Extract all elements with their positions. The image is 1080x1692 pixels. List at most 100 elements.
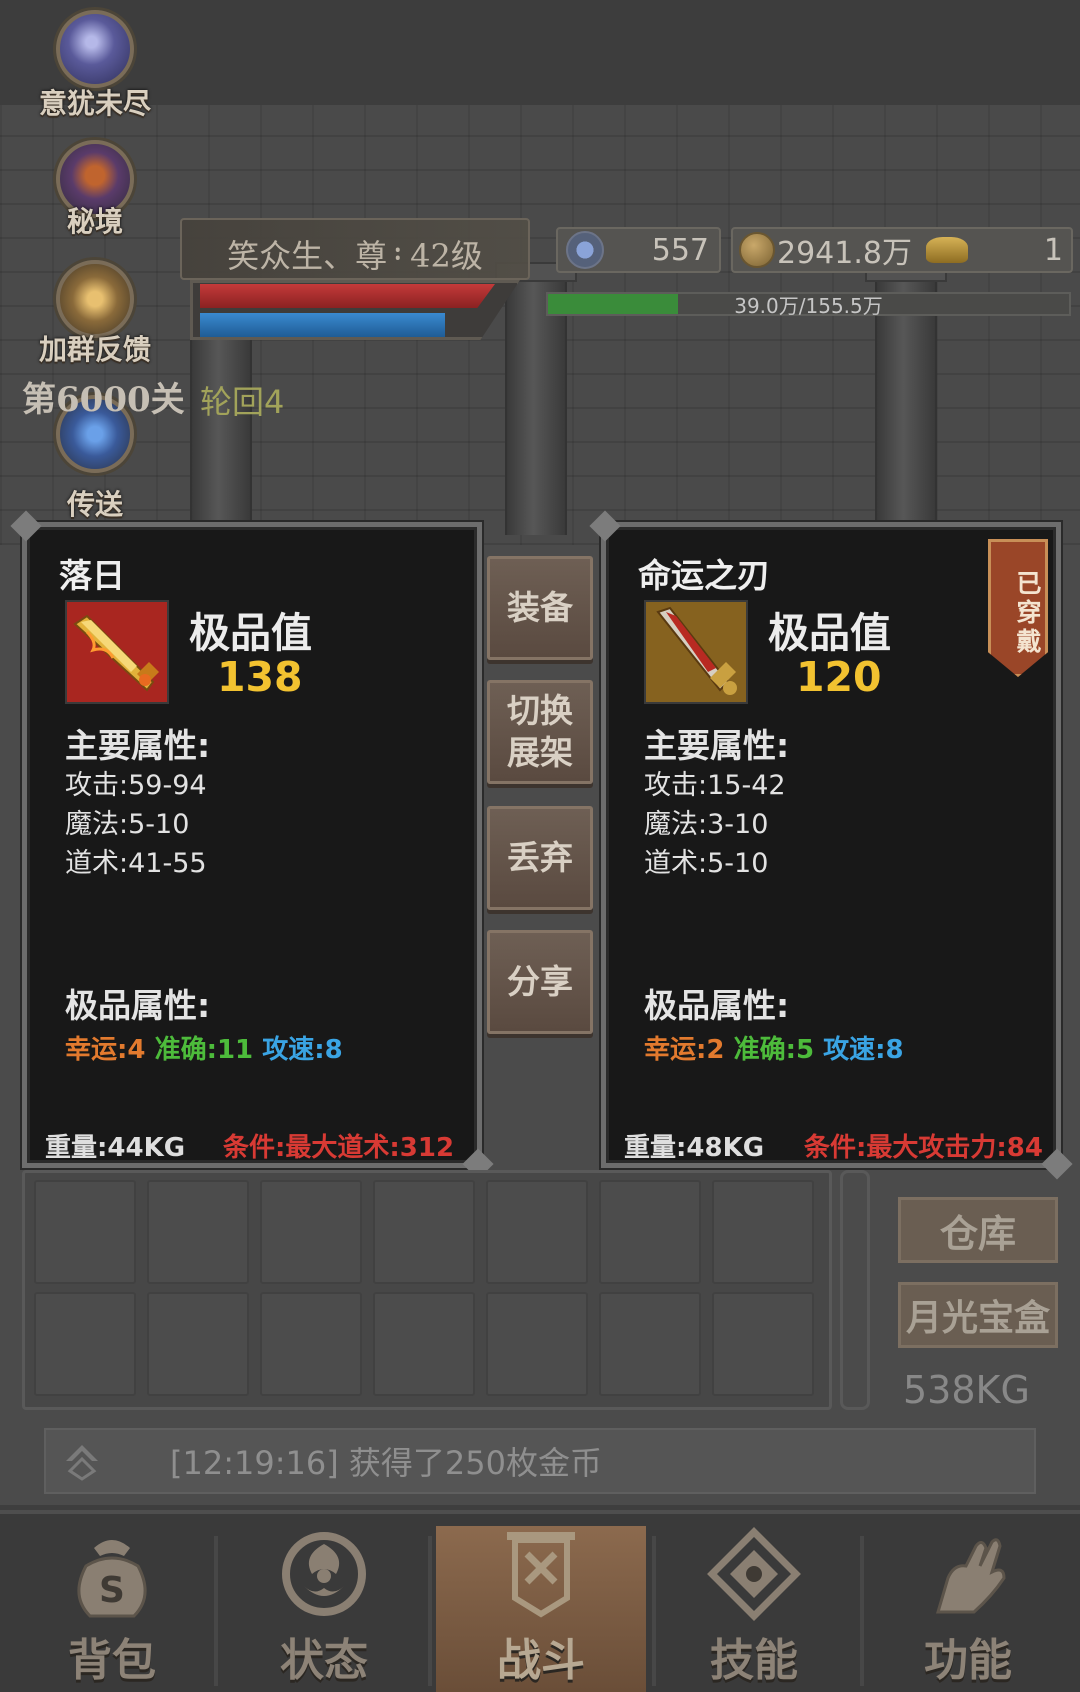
item-requirement: 条件:最大攻击力:84: [804, 1133, 1043, 1163]
item-weight: 重量:44KG: [45, 1133, 186, 1163]
status-emblem-icon: [282, 1532, 366, 1616]
discard-button[interactable]: 丢弃: [487, 806, 593, 910]
bag-capacity: 538KG: [903, 1368, 1030, 1412]
stat-magic: 魔法:5-10: [65, 809, 190, 840]
stat-taoism: 道术:5-10: [644, 848, 769, 879]
main-attributes-title: 主要属性:: [65, 726, 211, 765]
bag-icon: S: [77, 1540, 147, 1618]
sky: [0, 0, 1080, 105]
inventory-slot[interactable]: [599, 1180, 701, 1284]
nav-label: 战斗: [497, 1635, 585, 1686]
excellent-attributes: 幸运:2 准确:5 攻速:8: [644, 1029, 904, 1066]
nav-divider: [860, 1536, 864, 1686]
swirl-orb-icon: [56, 260, 134, 338]
side-menu-secret-realm[interactable]: 秘境: [30, 130, 160, 260]
cycle-count: 轮回4: [200, 383, 285, 421]
inventory-slot[interactable]: [260, 1292, 362, 1396]
attr-attack-speed: 攻速:8: [823, 1035, 904, 1065]
portal-orb-icon: [56, 10, 134, 88]
nav-tab-functions[interactable]: 功能: [870, 1526, 1066, 1692]
quality-label: 极品值: [189, 609, 312, 657]
inventory-slot[interactable]: [373, 1292, 475, 1396]
ingot-value: 1: [1043, 232, 1063, 268]
battle-banner-icon: [507, 1532, 575, 1618]
attr-luck: 幸运:4: [65, 1035, 146, 1065]
item-name: 命运之刃: [638, 556, 770, 595]
inventory-slot[interactable]: [712, 1180, 814, 1284]
inventory-slot[interactable]: [599, 1292, 701, 1396]
hp-bar: [200, 284, 495, 308]
gem-icon: [566, 231, 604, 269]
side-menu-label: 加群反馈: [38, 333, 151, 366]
hand-icon: [935, 1538, 1006, 1614]
nav-divider: [214, 1536, 218, 1686]
nav-label: 功能: [924, 1635, 1012, 1686]
equip-button[interactable]: 装备: [487, 556, 593, 660]
inventory-slot[interactable]: [486, 1292, 588, 1396]
nav-tab-skills[interactable]: 技能: [656, 1526, 852, 1692]
side-menu-portal[interactable]: 意犹未尽: [30, 0, 160, 130]
mp-bar: [200, 313, 445, 337]
inventory-slot[interactable]: [34, 1180, 136, 1284]
flaming-sword-icon: [65, 600, 169, 704]
gem-value: 557: [651, 232, 709, 268]
nav-label: 状态: [280, 1635, 368, 1686]
gem-counter[interactable]: 557: [556, 227, 721, 273]
gold-value: 2941.8万: [777, 236, 912, 271]
attr-accuracy: 准确:11: [154, 1035, 254, 1065]
side-menu-group-feedback[interactable]: 加群反馈: [30, 250, 160, 380]
excellent-attributes: 幸运:4 准确:11 攻速:8: [65, 1029, 343, 1066]
item-requirement: 条件:最大道术:312: [223, 1133, 455, 1163]
quality-value: 120: [796, 653, 882, 701]
item-card-candidate: 落日 极品值 138 主要属性: 攻击:59-94 魔法:5-10 道术:41-…: [10, 510, 494, 1180]
player-name-level[interactable]: 笑众生、尊᠄ 42级: [180, 218, 530, 280]
item-card-equipped: 命运之刃 极品值 120 主要属性: 攻击:15-42 魔法:3-10 道术:5…: [589, 510, 1073, 1180]
warehouse-button[interactable]: 仓库: [898, 1197, 1058, 1263]
nav-tab-battle[interactable]: 战斗: [436, 1526, 646, 1692]
golden-blade-icon: [644, 600, 748, 704]
excellent-attributes-title: 极品属性:: [65, 986, 211, 1025]
side-menu-label: 传送: [66, 488, 123, 521]
stat-attack: 攻击:59-94: [65, 770, 207, 801]
exp-text: 39.0万/155.5万: [734, 294, 883, 318]
inventory-slot[interactable]: [147, 1292, 249, 1396]
stat-attack: 攻击:15-42: [644, 770, 786, 801]
quality-value: 138: [217, 653, 303, 701]
item-weight: 重量:48KG: [624, 1133, 765, 1163]
nav-tab-status[interactable]: 状态: [226, 1526, 422, 1692]
inventory-slot[interactable]: [486, 1180, 588, 1284]
stage-level: 第6000关: [22, 380, 185, 420]
inventory-slot[interactable]: [260, 1180, 362, 1284]
attr-attack-speed: 攻速:8: [262, 1035, 343, 1065]
svg-text:S: S: [99, 1570, 125, 1611]
inventory-slot[interactable]: [147, 1180, 249, 1284]
message-log[interactable]: [12:19:16] 获得了250枚金币: [44, 1428, 1036, 1494]
stat-magic: 魔法:3-10: [644, 809, 769, 840]
gold-coin-icon: [739, 232, 775, 268]
chevron-up-icon: [66, 1445, 98, 1481]
nav-label: 技能: [710, 1635, 798, 1686]
inventory-scrollbar[interactable]: [840, 1170, 870, 1410]
side-menu-label: 秘境: [66, 205, 123, 238]
share-button[interactable]: 分享: [487, 930, 593, 1034]
nav-tab-bag[interactable]: S 背包: [14, 1526, 210, 1692]
gold-ingot-icon: [925, 237, 968, 263]
pillar: [190, 330, 252, 535]
side-menu-label: 意犹未尽: [38, 87, 151, 120]
switch-display-button[interactable]: 切换展架: [487, 680, 593, 784]
inventory-slot[interactable]: [712, 1292, 814, 1396]
stat-taoism: 道术:41-55: [65, 848, 207, 879]
currency-counter[interactable]: 2941.8万 1: [731, 227, 1073, 273]
attr-accuracy: 准确:5: [733, 1035, 815, 1065]
inventory-slot[interactable]: [373, 1180, 475, 1284]
log-message: [12:19:16] 获得了250枚金币: [170, 1444, 602, 1482]
nav-label: 背包: [68, 1635, 156, 1686]
skill-diamond-icon: [707, 1527, 801, 1621]
equipped-badge: 已穿戴: [988, 539, 1048, 677]
quality-label: 极品值: [768, 609, 891, 657]
inventory-slot[interactable]: [34, 1292, 136, 1396]
main-attributes-title: 主要属性:: [644, 726, 790, 765]
attr-luck: 幸运:2: [644, 1035, 725, 1065]
moonlight-box-button[interactable]: 月光宝盒: [898, 1282, 1058, 1348]
nav-divider: [428, 1536, 432, 1686]
